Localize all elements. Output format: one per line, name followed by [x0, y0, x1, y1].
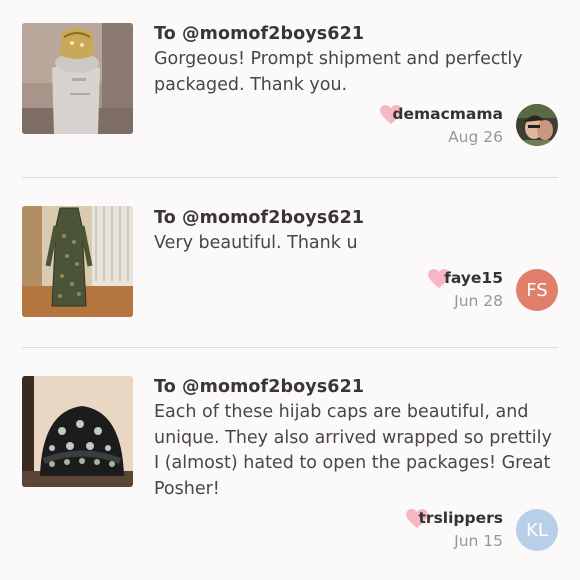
review-date: Jun 28	[454, 292, 503, 310]
reviewer-username[interactable]: trslippers	[419, 509, 503, 527]
avatar[interactable]: KL	[516, 509, 558, 551]
reviewer-username[interactable]: faye15	[444, 269, 503, 287]
review-message: Gorgeous! Prompt shipment and perfectly …	[154, 49, 523, 95]
listing-thumbnail[interactable]	[22, 206, 133, 317]
review-date: Aug 26	[448, 128, 503, 146]
avatar-initials: FS	[526, 279, 548, 301]
avatar[interactable]: FS	[516, 269, 558, 311]
review-message: Very beautiful. Thank u	[154, 233, 358, 253]
review-message: Each of these hijab caps are beautiful, …	[154, 402, 552, 499]
review-item: To @momof2boys621 Each of these hijab ca…	[0, 348, 580, 580]
avatar-initials: KL	[526, 519, 548, 541]
review-recipient[interactable]: To @momof2boys621	[154, 24, 364, 44]
review-item: To @momof2boys621 Very beautiful. Thank …	[0, 178, 580, 347]
review-item: To @momof2boys621 Gorgeous! Prompt shipm…	[0, 0, 580, 178]
review-recipient[interactable]: To @momof2boys621	[154, 377, 364, 397]
review-feed: To @momof2boys621 Gorgeous! Prompt shipm…	[0, 0, 580, 580]
listing-thumbnail[interactable]	[22, 23, 133, 134]
listing-thumbnail[interactable]	[22, 376, 133, 487]
avatar[interactable]	[516, 104, 558, 146]
review-recipient[interactable]: To @momof2boys621	[154, 208, 364, 228]
review-date: Jun 15	[454, 532, 503, 550]
reviewer-username[interactable]: demacmama	[392, 105, 503, 123]
